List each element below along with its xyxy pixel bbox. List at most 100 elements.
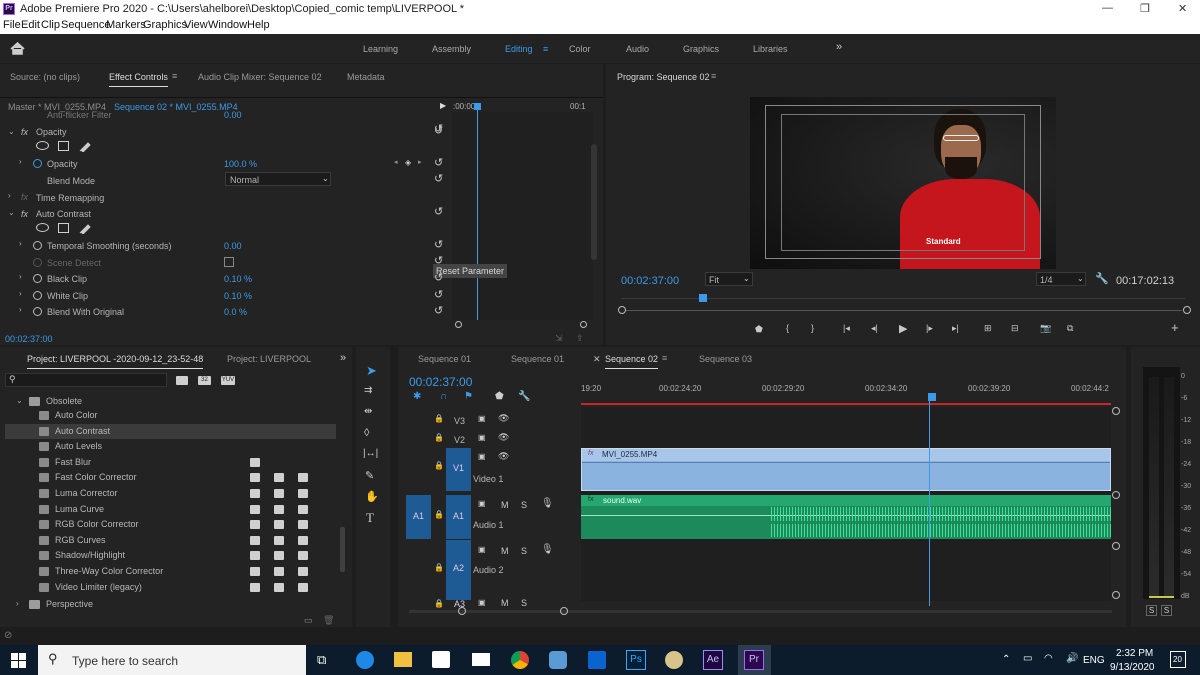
add-marker-icon[interactable]: ⚑ [464,391,473,402]
tab-source[interactable]: Source: (no clips) [10,72,80,82]
reset-icon[interactable]: ↺ [434,206,446,218]
menu-window[interactable]: Window [208,19,247,31]
volume-icon[interactable]: 🔊 [1066,653,1078,664]
menu-edit[interactable]: Edit [21,19,40,31]
project-tab-liverpool[interactable]: Project: LIVERPOOL [227,354,311,364]
timeline-playhead-handle[interactable] [928,393,936,401]
taskbar-time[interactable]: 2:32 PM [1116,648,1153,659]
chevron-down-icon[interactable]: ⌄ [8,208,15,217]
hand-tool-icon[interactable]: ✋ [365,490,379,503]
step-back-icon[interactable]: ◂| [871,323,878,334]
project-scrollbar[interactable] [340,527,345,572]
reset-icon[interactable]: ↺ [434,125,446,137]
fx-icon[interactable]: fx [588,496,593,503]
v1-target[interactable]: V1 [446,448,471,491]
time-remapping-label[interactable]: Time Remapping [36,193,104,203]
opacity-group-label[interactable]: Opacity [36,127,67,137]
a1-source[interactable]: A1 [406,495,431,539]
windows-start-icon[interactable] [11,653,26,668]
add-keyframe-icon[interactable]: ◈ [405,158,411,167]
lift-icon[interactable]: ⊞ [984,323,992,334]
opacity-value[interactable]: 100.0 % [224,159,257,169]
ec-timecode[interactable]: 00:02:37:00 [5,334,53,344]
effect-list-item[interactable]: Shadow/Highlight [0,548,340,563]
v-scroll-handle-mid[interactable] [1112,491,1120,499]
blend-mode-dropdown[interactable]: Normal ⌄ [225,172,331,186]
black-clip-value[interactable]: 0.10 % [224,274,252,284]
file-explorer-icon[interactable] [394,652,412,667]
ellipse-mask-icon[interactable] [36,223,49,232]
program-zoom-bar[interactable] [626,310,1182,311]
microphone-icon[interactable]: 🎙 [541,544,554,555]
language-indicator[interactable]: ENG [1083,655,1105,666]
after-effects-icon[interactable]: Ae [703,650,723,670]
h-scroll-handle-left[interactable] [458,607,466,615]
next-keyframe-icon[interactable]: ▸ [418,158,422,166]
reset-icon[interactable]: ↺ [434,305,446,317]
stopwatch-icon[interactable] [33,307,42,316]
white-clip-value[interactable]: 0.10 % [224,291,252,301]
snap-icon[interactable]: ✱ [413,391,421,402]
play-only-audio-icon[interactable]: ▶ [440,101,446,110]
step-forward-icon[interactable]: |▸ [926,323,933,334]
timeline-playhead[interactable] [929,401,930,606]
program-playhead[interactable] [699,294,707,302]
menu-graphics[interactable]: Graphics [143,19,187,31]
program-zoom-left[interactable] [618,306,626,314]
sync-lock-icon[interactable]: ▣ [478,545,486,554]
export-frame-icon[interactable]: 📷 [1040,323,1051,334]
add-marker-icon[interactable]: ⬟ [755,324,763,335]
workspace-assembly[interactable]: Assembly [432,44,471,54]
go-to-in-icon[interactable]: |◂ [843,323,850,334]
eye-icon[interactable]: 👁 [498,451,509,462]
video-clip[interactable]: fx MVI_0255.MP4 [581,448,1111,491]
notification-center-icon[interactable]: 20 [1170,651,1186,668]
yuv-effects-icon[interactable]: YUV [221,376,235,385]
sync-lock-icon[interactable]: ▣ [478,433,486,442]
menu-help[interactable]: Help [247,19,270,31]
effect-list-item[interactable]: Fast Color Corrector [0,470,340,485]
tab-sequence-01-b[interactable]: Sequence 01 [511,354,564,364]
type-tool-icon[interactable]: T [366,510,374,526]
h-scroll-handle-right[interactable] [560,607,568,615]
project-search-input[interactable]: ⚲ [5,373,167,387]
play-icon[interactable]: ▶ [899,322,907,335]
solo-a2-button[interactable]: S [521,546,527,556]
workspace-libraries[interactable]: Libraries [753,44,788,54]
ec-playhead-handle[interactable] [474,103,481,110]
razor-tool-icon[interactable]: ◊ [364,427,369,439]
marker-icon[interactable]: ⬟ [495,391,504,402]
chevron-right-icon[interactable]: › [16,599,19,608]
sync-lock-icon[interactable]: ▣ [478,598,486,607]
effect-controls-menu-icon[interactable]: ≡ [172,71,177,81]
tab-effect-controls[interactable]: Effect Controls [109,72,168,87]
audio-clip[interactable]: fx sound.wav [581,495,1111,539]
home-icon[interactable] [10,42,25,55]
task-view-icon[interactable]: ⧉ [317,652,326,668]
chrome-icon[interactable] [511,651,529,669]
store-icon[interactable] [432,651,450,668]
outlook-icon[interactable] [588,651,606,669]
chevron-right-icon[interactable]: › [19,272,22,281]
solo-left-button[interactable]: S [1146,605,1157,616]
effect-list-item[interactable]: Luma Curve [0,502,340,517]
sequence-menu-icon[interactable]: ≡ [662,353,667,363]
close-button[interactable]: ✕ [1178,2,1187,15]
reset-icon[interactable]: ↺ [434,157,446,169]
tab-audio-clip-mixer[interactable]: Audio Clip Mixer: Sequence 02 [198,72,322,82]
trash-icon[interactable]: 🗑 [323,615,334,626]
taskbar-search-box[interactable]: ⚲ Type here to search [38,645,306,675]
opacity-line[interactable] [582,462,1110,463]
program-monitor-title[interactable]: Program: Sequence 02 [617,72,710,82]
reset-icon[interactable]: ↺ [434,289,446,301]
chevron-right-icon[interactable]: › [19,239,22,248]
v-scroll-handle-bottom[interactable] [1112,542,1120,550]
menu-sequence[interactable]: Sequence [61,19,111,31]
ellipse-mask-icon[interactable] [36,141,49,150]
mute-a1-button[interactable]: M [501,500,509,510]
sequence-clip-label[interactable]: Sequence 02 * MVI_0255.MP4 [114,102,238,112]
fit-dropdown[interactable]: Fit ⌄ [705,272,753,286]
chevron-right-icon[interactable]: › [8,191,11,200]
folder-obsolete-label[interactable]: Obsolete [46,396,82,406]
mute-a2-button[interactable]: M [501,546,509,556]
